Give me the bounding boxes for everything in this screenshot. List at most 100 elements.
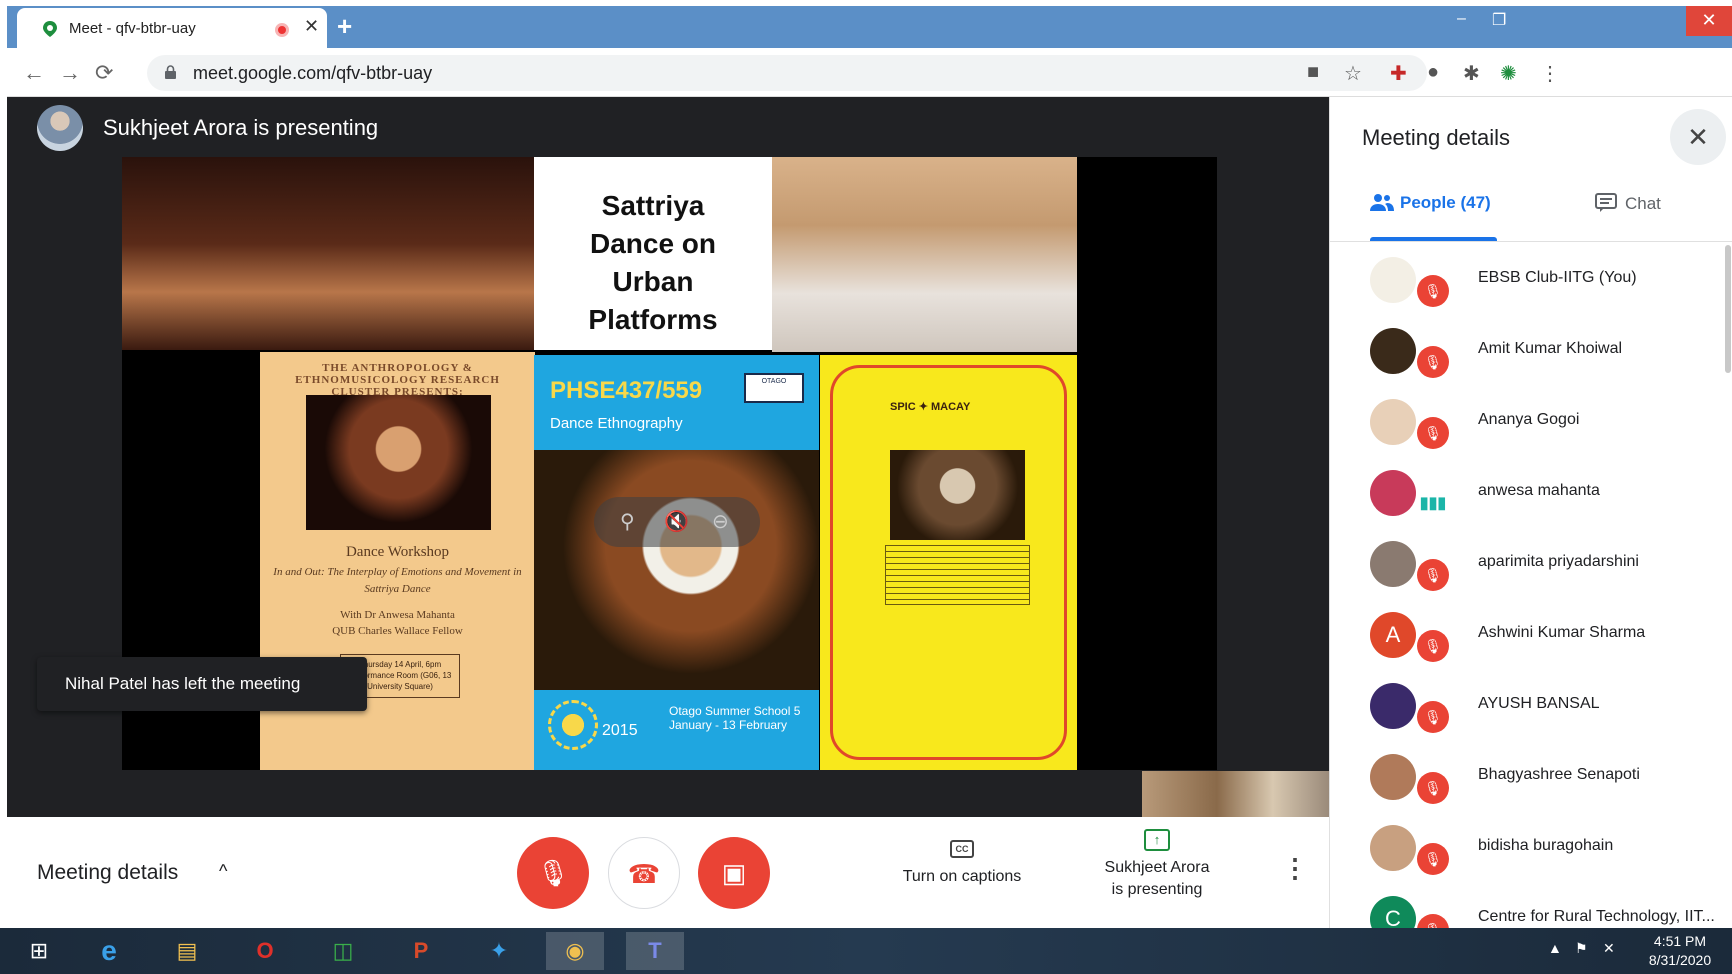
teams-icon[interactable]: T	[626, 932, 684, 970]
participant-row[interactable]: A 🎙 Ashwini Kumar Sharma	[1330, 598, 1725, 669]
chrome-icon[interactable]: ◉	[546, 932, 604, 970]
minimize-icon[interactable]: –	[1457, 10, 1466, 28]
clock-time: 4:51 PM	[1653, 933, 1707, 949]
mic-off-button[interactable]: 🎙	[517, 837, 589, 909]
tab-close-icon[interactable]: ✕	[304, 16, 319, 37]
system-clock[interactable]: 4:51 PM 8/31/2020	[1640, 932, 1720, 970]
poster-presenter: With Dr Anwesa Mahanta QUB Charles Walla…	[260, 607, 535, 639]
poster-spic-macay: SPIC ✦ MACAY	[820, 355, 1077, 770]
people-icon	[1370, 194, 1394, 211]
spic-macay-logo: SPIC ✦ MACAY	[890, 401, 971, 413]
dancer-photo	[534, 450, 819, 690]
forward-icon[interactable]: →	[59, 60, 81, 86]
mute-icon[interactable]: 🔇	[664, 509, 689, 534]
browser-tab-strip: Meet - qfv-btbr-uay ✕ + – ❐ ✕	[7, 6, 1732, 48]
tab-people[interactable]: People (47)	[1370, 193, 1491, 213]
file-explorer-icon[interactable]: ▤	[158, 932, 216, 970]
show-hidden-icons[interactable]: ▲	[1548, 940, 1562, 956]
participant-name: Centre for Rural Technology, IIT...	[1478, 908, 1715, 925]
mic-muted-icon: 🎙	[1417, 417, 1449, 449]
poster-photo	[306, 395, 491, 530]
chevron-up-icon[interactable]: ^	[219, 861, 227, 882]
app-bird-icon[interactable]: ✦	[470, 932, 528, 970]
participant-row[interactable]: ▮▮▮ anwesa mahanta	[1330, 456, 1725, 527]
back-icon[interactable]: ←	[23, 60, 45, 86]
remove-icon[interactable]: ⊖	[712, 509, 729, 534]
meeting-details-button[interactable]: Meeting details	[37, 861, 178, 885]
present-icon: ↑	[1144, 829, 1170, 851]
presenting-label: Sukhjeet Arora is presenting	[1082, 857, 1232, 901]
camera-icon[interactable]: ■	[1307, 61, 1319, 84]
window-close-button[interactable]: ✕	[1686, 6, 1732, 36]
url-text: meet.google.com/qfv-btbr-uay	[193, 63, 433, 83]
participant-row[interactable]: 🎙 Ananya Gogoi	[1330, 385, 1725, 456]
avatar: A	[1370, 612, 1416, 658]
screen: Meet - qfv-btbr-uay ✕ + – ❐ ✕ ← → ⟳ meet…	[0, 0, 1732, 974]
mic-muted-icon: 🎙	[1417, 914, 1449, 928]
avatar	[1370, 541, 1416, 587]
self-view-tile[interactable]	[1142, 771, 1329, 817]
flag-icon[interactable]: ⚑	[1575, 940, 1588, 957]
star-icon[interactable]: ☆	[1344, 61, 1362, 86]
participant-row[interactable]: 🎙 aparimita priyadarshini	[1330, 527, 1725, 598]
close-panel-button[interactable]: ✕	[1670, 109, 1726, 165]
presentation-stage: Sukhjeet Arora is presenting Sattriya Da…	[7, 97, 1329, 817]
poster-with: With Dr Anwesa Mahanta	[340, 609, 455, 621]
profile-icon[interactable]: ✺	[1500, 61, 1517, 86]
more-options-icon[interactable]: ⋮	[1282, 853, 1308, 884]
presenting-line: Sukhjeet Arora	[1104, 859, 1210, 876]
participant-list: 🎙 EBSB Club-IITG (You) 🎙 Amit Kumar Khoiwal…	[1330, 243, 1725, 928]
reload-icon[interactable]: ⟳	[95, 60, 113, 86]
avatar	[1370, 328, 1416, 374]
poster-fellow: QUB Charles Wallace Fellow	[332, 625, 463, 637]
captions-button[interactable]: CC Turn on captions	[882, 839, 1042, 886]
avatar	[1370, 470, 1416, 516]
opera-icon[interactable]: O	[236, 932, 294, 970]
extension-circle-icon[interactable]: ●	[1427, 61, 1439, 84]
slide-title: Sattriya Dance on Urban Platforms	[534, 187, 772, 339]
mic-muted-icon: 🎙	[1417, 630, 1449, 662]
menu-icon[interactable]: ⋮	[1540, 61, 1560, 86]
powerpoint-icon[interactable]: P	[392, 932, 450, 970]
captions-label: Turn on captions	[902, 868, 1022, 885]
pin-icon[interactable]: ⚲	[620, 509, 635, 534]
maximize-icon[interactable]: ❐	[1492, 10, 1506, 30]
participant-row[interactable]: 🎙 EBSB Club-IITG (You)	[1330, 243, 1725, 314]
divider	[1330, 241, 1732, 242]
pdf-icon[interactable]: ✚	[1390, 61, 1407, 86]
browser-toolbar: ← → ⟳ meet.google.com/qfv-btbr-uay ■ ☆ ✚…	[7, 48, 1732, 97]
participant-row[interactable]: 🎙 AYUSH BANSAL	[1330, 669, 1725, 740]
tab-people-label: People (47)	[1400, 193, 1491, 212]
schedule-table	[885, 545, 1030, 605]
speaking-indicator-icon: ▮▮▮	[1417, 488, 1449, 520]
avatar	[1370, 754, 1416, 800]
browser-tab[interactable]: Meet - qfv-btbr-uay ✕	[17, 8, 327, 48]
mic-muted-icon: 🎙	[1417, 346, 1449, 378]
puzzle-icon[interactable]: ✱	[1463, 61, 1480, 86]
windows-start-icon[interactable]: ⊞	[10, 932, 68, 970]
mic-muted-icon: 🎙	[1417, 559, 1449, 591]
participant-name: Bhagyashree Senapoti	[1478, 766, 1640, 783]
camera-off-button[interactable]: ▣	[698, 837, 770, 909]
address-bar[interactable]: meet.google.com/qfv-btbr-uay	[147, 55, 1427, 91]
leave-call-button[interactable]: ☎	[608, 837, 680, 909]
volume-muted-icon[interactable]: ✕	[1603, 940, 1615, 957]
participant-row[interactable]: 🎙 bidisha buragohain	[1330, 811, 1725, 882]
scrollbar[interactable]	[1725, 245, 1731, 373]
participant-row[interactable]: 🎙 Amit Kumar Khoiwal	[1330, 314, 1725, 385]
meeting-control-bar: Meeting details ^ 🎙 ☎ ▣ CC Turn on capti…	[7, 817, 1329, 928]
participant-row[interactable]: 🎙 Bhagyashree Senapoti	[1330, 740, 1725, 811]
hang-up-icon: ☎	[627, 859, 661, 889]
dance-photo-class	[772, 157, 1077, 352]
store-icon[interactable]: ◫	[314, 932, 372, 970]
internet-explorer-icon[interactable]: e	[80, 932, 138, 970]
new-tab-button[interactable]: +	[337, 11, 352, 42]
panel-title: Meeting details	[1362, 125, 1510, 150]
poster-otago: PHSE437/559 Dance Ethnography OTAGO 2015…	[534, 355, 819, 770]
participant-row[interactable]: C🎙 Centre for Rural Technology, IIT...	[1330, 882, 1725, 928]
mic-muted-icon: 🎙	[1417, 772, 1449, 804]
chat-icon	[1595, 193, 1617, 212]
tab-chat[interactable]: Chat	[1595, 193, 1661, 214]
course-code: PHSE437/559	[550, 377, 703, 404]
present-now-button[interactable]: ↑ Sukhjeet Arora is presenting	[1082, 829, 1232, 901]
